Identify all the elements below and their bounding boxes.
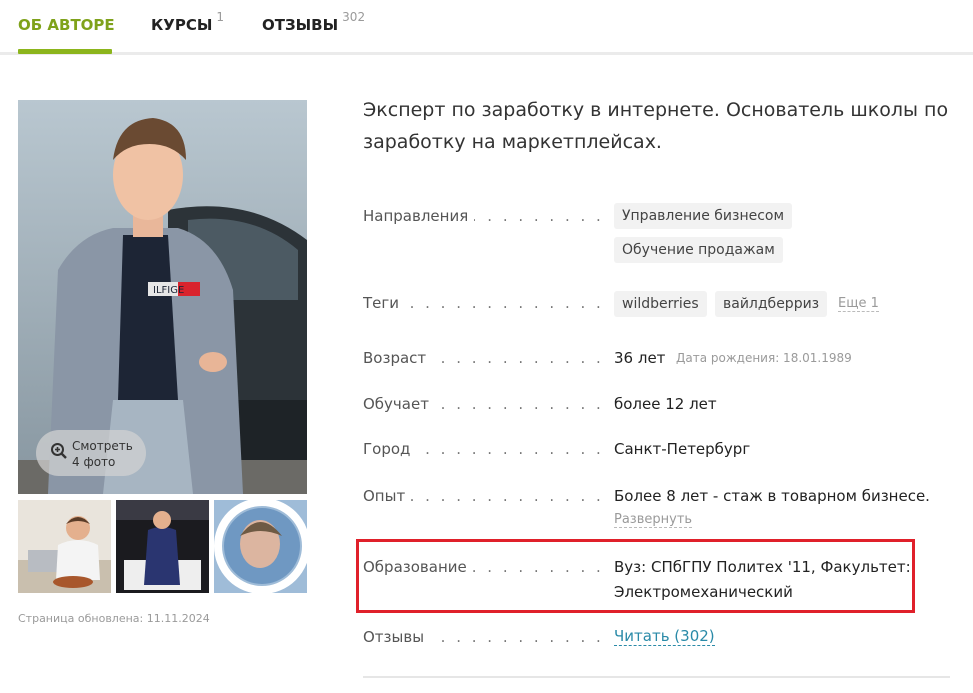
zoom-in-icon <box>51 443 67 459</box>
tab-reviews[interactable]: ОТЗЫВЫ 302 <box>262 10 365 34</box>
city-value: Санкт-Петербург <box>614 440 751 458</box>
author-bio: Эксперт по заработку в интернете. Основа… <box>363 99 949 153</box>
tab-courses-count: 1 <box>216 10 225 24</box>
read-reviews-link[interactable]: Читать (302) <box>614 627 715 646</box>
tab-reviews-label: ОТЗЫВЫ <box>262 16 339 34</box>
tab-courses-label: КУРСЫ <box>151 16 213 34</box>
tab-courses[interactable]: КУРСЫ 1 <box>151 10 224 34</box>
expand-link[interactable]: Развернуть <box>614 512 693 528</box>
section-divider <box>363 676 950 678</box>
city-label: . . . . . . . . . . . . . . . . . . . . … <box>363 440 607 458</box>
page-updated-date: Страница обновлена: 11.11.2024 <box>18 612 210 625</box>
view-photos-count: 4 фото <box>72 455 116 469</box>
tab-bar: ОБ АВТОРЕ КУРСЫ 1 ОТЗЫВЫ 302 <box>0 0 973 55</box>
teaches-label: . . . . . . . . . . . . . . . . . . . . … <box>363 395 607 413</box>
active-tab-underline <box>18 49 112 54</box>
photo-thumbnail[interactable] <box>116 500 209 593</box>
shirt-logo-text: ILFIGE <box>153 285 184 296</box>
tab-about-author[interactable]: ОБ АВТОРЕ <box>18 16 115 34</box>
education-highlight-box <box>356 539 915 613</box>
photo-thumbnail[interactable] <box>214 500 307 593</box>
tab-about-author-label: ОБ АВТОРЕ <box>18 16 115 34</box>
reviews-label: . . . . . . . . . . . . . . . . . . . . … <box>363 628 607 646</box>
experience-label: . . . . . . . . . . . . . . . . . . . . … <box>363 487 607 505</box>
teaches-value: более 12 лет <box>614 395 717 413</box>
tag-pill[interactable]: wildberries <box>614 291 707 317</box>
view-photos-label: Смотреть <box>72 439 133 453</box>
directions-label: . . . . . . . . . . . . . . . . . . . . … <box>363 207 607 225</box>
tags-label: . . . . . . . . . . . . . . . . . . . . … <box>363 294 607 312</box>
view-photos-button[interactable]: Смотреть 4 фото <box>36 430 146 476</box>
direction-tag[interactable]: Управление бизнесом <box>614 203 793 229</box>
photo-thumbnail[interactable] <box>18 500 111 593</box>
birth-date: Дата рождения: 18.01.1989 <box>676 351 852 365</box>
experience-value: Более 8 лет - стаж в товарном бизнесе. <box>614 487 930 505</box>
tab-reviews-count: 302 <box>342 10 366 24</box>
tag-pill[interactable]: вайлдберриз <box>715 291 828 317</box>
more-tags-link[interactable]: Еще 1 <box>838 296 879 312</box>
direction-tag[interactable]: Обучение продажам <box>614 237 783 263</box>
age-value: 36 лет <box>614 349 666 367</box>
age-label: . . . . . . . . . . . . . . . . . . . . … <box>363 349 607 367</box>
